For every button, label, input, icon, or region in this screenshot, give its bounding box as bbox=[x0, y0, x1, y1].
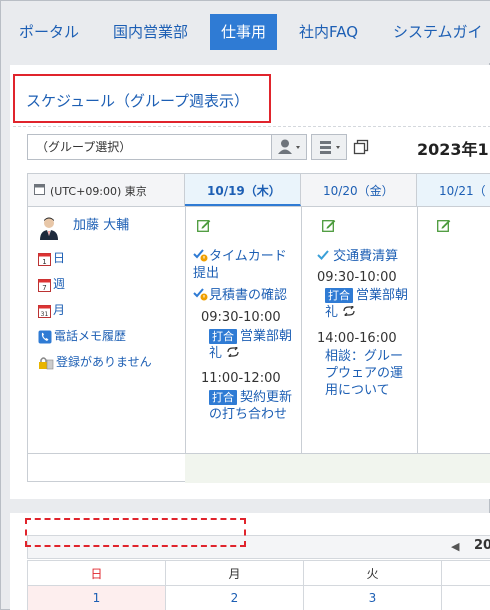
tab-portal[interactable]: ポータル bbox=[19, 14, 79, 50]
todo-item[interactable]: 交通費清算 bbox=[317, 248, 398, 265]
calendar-icon bbox=[34, 184, 45, 195]
event-item[interactable]: 打合 契約更新の打ち合わせ bbox=[209, 389, 299, 423]
add-schedule-icon[interactable] bbox=[437, 218, 451, 232]
event-time: 09:30-10:00 bbox=[317, 270, 397, 285]
title-divider bbox=[13, 126, 490, 127]
link-day-view[interactable]: 1 日 bbox=[38, 249, 65, 266]
column-divider bbox=[417, 206, 418, 453]
calendar-panel: ◀ 20 日 月 火 1 2 3 bbox=[10, 513, 490, 610]
event-time: 11:00-12:00 bbox=[201, 371, 281, 386]
phone-memo-icon bbox=[38, 330, 52, 343]
todo-item[interactable]: タイムカード提出 bbox=[193, 248, 297, 282]
meeting-tag: 打合 bbox=[209, 390, 237, 405]
tab-work[interactable]: 仕事用 bbox=[210, 14, 278, 50]
link-label: 週 bbox=[53, 277, 66, 291]
year-label: 2023年1 bbox=[417, 140, 489, 159]
todo-warning-icon bbox=[193, 288, 208, 301]
link-phone-memo[interactable]: 電話メモ履歴 bbox=[38, 327, 126, 344]
link-label: 電話メモ履歴 bbox=[54, 329, 127, 343]
weekday-sunday: 日 bbox=[28, 561, 166, 585]
avatar[interactable] bbox=[39, 216, 59, 240]
svg-text:31: 31 bbox=[41, 311, 49, 318]
link-week-view[interactable]: 7 週 bbox=[38, 275, 65, 292]
weekday-row: 日 月 火 bbox=[27, 560, 490, 586]
link-label: 日 bbox=[53, 251, 66, 265]
todo-item[interactable]: 見積書の確認 bbox=[193, 287, 299, 304]
date-cell[interactable]: 3 bbox=[304, 586, 442, 610]
timezone-label: (UTC+09:00) 東京 bbox=[50, 185, 147, 198]
day-label: 10/20（金） bbox=[323, 184, 394, 198]
weekday-wednesday bbox=[442, 561, 490, 585]
event-time: 14:00-16:00 bbox=[317, 331, 397, 346]
title-placeholder-box bbox=[25, 518, 246, 547]
meeting-tag: 打合 bbox=[325, 288, 353, 303]
lock-icon bbox=[39, 356, 54, 369]
link-label: 登録がありません bbox=[56, 355, 152, 369]
user-select-button[interactable] bbox=[271, 134, 307, 160]
event-time: 09:30-10:00 bbox=[201, 310, 281, 325]
column-divider bbox=[301, 206, 302, 453]
day-header-1019[interactable]: 10/19（木） bbox=[185, 174, 301, 206]
prev-arrow-icon[interactable]: ◀ bbox=[451, 540, 459, 553]
user-name[interactable]: 加藤 大輔 bbox=[73, 214, 129, 233]
weekday-monday: 月 bbox=[166, 561, 304, 585]
todo-label: 見積書の確認 bbox=[209, 288, 288, 303]
group-select[interactable]: （グループ選択） bbox=[27, 134, 272, 160]
page-title[interactable]: スケジュール（グループ週表示） bbox=[26, 90, 249, 111]
link-month-view[interactable]: 31 月 bbox=[38, 301, 65, 318]
todo-label: 交通費清算 bbox=[333, 249, 399, 264]
top-navigation: ポータル 国内営業部 仕事用 社内FAQ システムガイ bbox=[1, 1, 490, 63]
day-header-1021[interactable]: 10/21（ bbox=[417, 174, 490, 206]
todo-warning-icon bbox=[193, 249, 208, 262]
day-header-1020[interactable]: 10/20（金） bbox=[301, 174, 417, 206]
event-item[interactable]: 打合 営業部朝礼 bbox=[325, 287, 413, 321]
day-calendar-icon: 1 bbox=[38, 252, 51, 266]
tab-system-guide[interactable]: システムガイ bbox=[393, 14, 483, 50]
schedule-grid: (UTC+09:00) 東京 10/19（木） 10/20（金） 10/21（ … bbox=[27, 173, 490, 483]
schedule-panel: スケジュール（グループ週表示） （グループ選択） 2023年1 (UTC+09:… bbox=[10, 65, 490, 499]
column-divider bbox=[185, 206, 186, 453]
svg-text:1: 1 bbox=[42, 258, 46, 266]
add-schedule-icon[interactable] bbox=[322, 218, 336, 232]
open-window-icon[interactable] bbox=[353, 139, 369, 155]
user-icon bbox=[278, 139, 300, 154]
calendar-year: 20 bbox=[474, 538, 490, 553]
day-label: 10/19（木） bbox=[207, 184, 281, 198]
event-item[interactable]: 相談：グループウェアの運用について bbox=[325, 348, 415, 399]
repeat-icon bbox=[227, 345, 239, 359]
repeat-icon bbox=[343, 304, 355, 318]
date-row: 1 2 3 bbox=[27, 586, 490, 610]
link-label: 月 bbox=[53, 303, 66, 317]
user-cell: 加藤 大輔 1 日 7 週 31 月 電話メモ履歴 登録がありません bbox=[28, 207, 185, 453]
date-cell[interactable] bbox=[442, 586, 490, 610]
link-registration[interactable]: 登録がありません bbox=[38, 353, 152, 370]
date-cell[interactable]: 2 bbox=[166, 586, 304, 610]
add-schedule-icon[interactable] bbox=[197, 218, 211, 232]
day-label: 10/21（ bbox=[439, 184, 486, 198]
event-title: 相談：グループウェアの運用について bbox=[325, 349, 404, 398]
event-item[interactable]: 打合 営業部朝礼 bbox=[209, 328, 295, 362]
week-calendar-icon: 7 bbox=[38, 278, 51, 292]
check-icon bbox=[317, 250, 329, 260]
weekday-tuesday: 火 bbox=[304, 561, 442, 585]
tab-faq[interactable]: 社内FAQ bbox=[299, 14, 358, 50]
meeting-tag: 打合 bbox=[209, 329, 237, 344]
svg-text:7: 7 bbox=[42, 284, 46, 292]
date-cell[interactable]: 1 bbox=[28, 586, 166, 610]
facility-row bbox=[28, 453, 490, 483]
month-calendar-icon: 31 bbox=[38, 304, 51, 318]
tab-domestic-sales[interactable]: 国内営業部 bbox=[113, 14, 188, 50]
list-menu-icon bbox=[320, 141, 340, 154]
view-menu-button[interactable] bbox=[311, 134, 347, 160]
facility-row-fill bbox=[185, 454, 490, 483]
timezone-header: (UTC+09:00) 東京 bbox=[28, 174, 185, 206]
